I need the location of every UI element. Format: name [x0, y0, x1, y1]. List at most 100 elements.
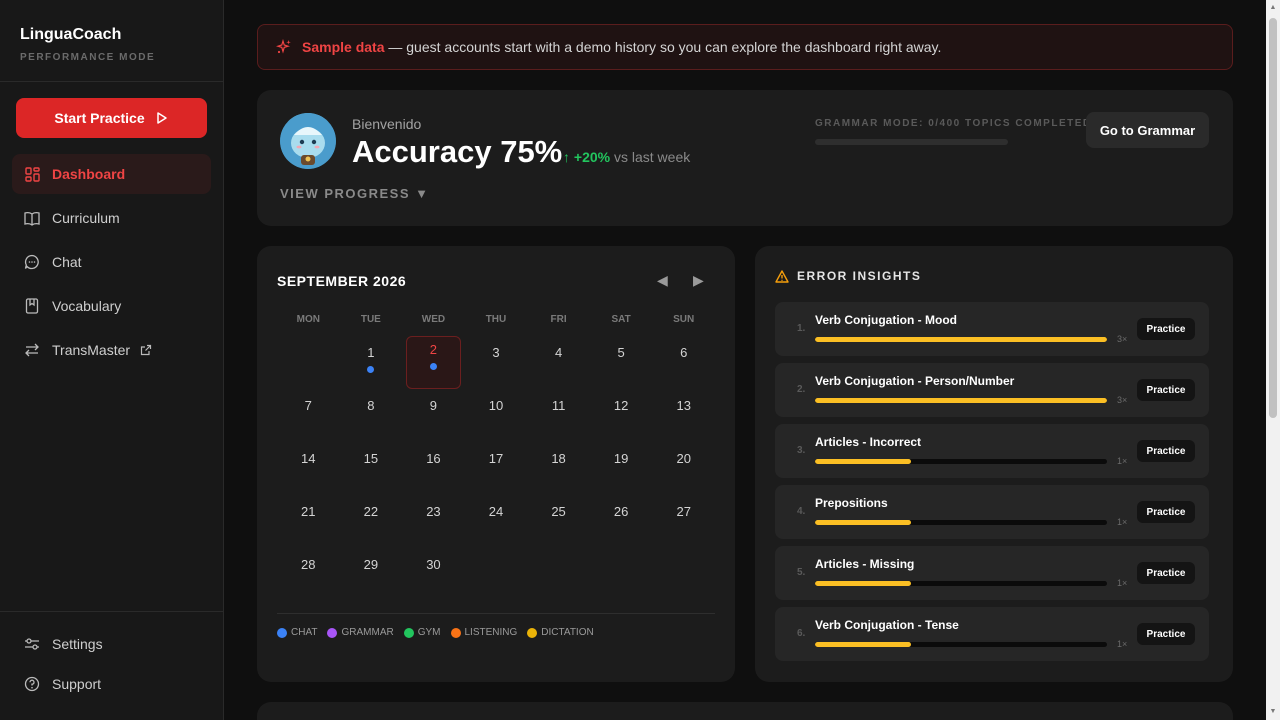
- practice-button[interactable]: Practice: [1137, 501, 1195, 523]
- calendar-blank: [277, 336, 340, 389]
- calendar-day[interactable]: 1: [340, 336, 403, 389]
- insight-name: Verb Conjugation - Mood: [815, 313, 957, 327]
- go-to-grammar-button[interactable]: Go to Grammar: [1086, 112, 1209, 148]
- calendar-day-number: 17: [488, 451, 504, 466]
- insight-count: 3×: [1117, 334, 1128, 344]
- calendar-day-number: 12: [613, 398, 629, 413]
- sidebar-item-support[interactable]: Support: [12, 666, 211, 702]
- legend-label: GRAMMAR: [341, 627, 394, 638]
- start-practice-button[interactable]: Start Practice: [16, 98, 207, 138]
- scroll-down-icon[interactable]: ▼: [1269, 708, 1277, 716]
- sample-data-banner: Sample data — guest accounts start with …: [257, 24, 1233, 70]
- calendar-day[interactable]: 10: [465, 389, 528, 442]
- sidebar-item-label: Chat: [52, 254, 82, 270]
- insight-count: 1×: [1117, 456, 1128, 466]
- insight-bar-fill: [815, 581, 912, 586]
- calendar-day[interactable]: 6: [652, 336, 715, 389]
- calendar-day-number: 13: [676, 398, 691, 413]
- calendar-day[interactable]: 20: [652, 442, 715, 495]
- accuracy-card: Bienvenido Accuracy 75% ↑ +20% vs last w…: [257, 90, 1233, 226]
- calendar-day[interactable]: 9: [402, 389, 465, 442]
- practice-button[interactable]: Practice: [1137, 318, 1195, 340]
- weekday-label: WED: [421, 314, 446, 325]
- error-insight-row: 5. Articles - Missing 1× Practice: [775, 546, 1209, 600]
- calendar-day[interactable]: 7: [277, 389, 340, 442]
- scroll-up-icon[interactable]: ▲: [1269, 4, 1277, 12]
- calendar-day[interactable]: 23: [402, 495, 465, 548]
- calendar-day[interactable]: 11: [527, 389, 590, 442]
- legend-item: GYM: [403, 627, 441, 638]
- sidebar-item-dashboard[interactable]: Dashboard: [12, 154, 211, 194]
- banner-highlight: Sample data: [302, 39, 385, 55]
- brand-name: LinguaCoach: [20, 26, 122, 43]
- calendar-day[interactable]: 17: [465, 442, 528, 495]
- weekday-label: THU: [485, 314, 507, 325]
- calendar-day[interactable]: 14: [277, 442, 340, 495]
- view-progress-toggle[interactable]: VIEW PROGRESS ▼: [280, 186, 430, 201]
- weekday-label: FRI: [550, 314, 567, 325]
- calendar-day-number: 14: [301, 451, 316, 466]
- next-month-icon[interactable]: ▶: [693, 272, 704, 289]
- sidebar-item-label: Settings: [52, 636, 103, 652]
- practice-button[interactable]: Practice: [1137, 623, 1195, 645]
- insight-rank: 2.: [797, 384, 806, 395]
- sparkle-icon: [276, 39, 292, 55]
- sidebar-item-label: Dashboard: [52, 166, 126, 182]
- practice-button[interactable]: Practice: [1137, 562, 1195, 584]
- legend-label: GYM: [417, 627, 441, 638]
- page-scrollbar[interactable]: ▲ ▼: [1266, 0, 1280, 720]
- calendar-day[interactable]: 3: [465, 336, 528, 389]
- brand-mode: PERFORMANCE MODE: [20, 52, 156, 63]
- calendar-day[interactable]: 15: [340, 442, 403, 495]
- calendar-day[interactable]: 26: [590, 495, 653, 548]
- calendar-day[interactable]: 21: [277, 495, 340, 548]
- error-insight-row: 1. Verb Conjugation - Mood 3× Practice: [775, 302, 1209, 356]
- practice-button[interactable]: Practice: [1137, 440, 1195, 462]
- calendar-day-today[interactable]: 2: [406, 336, 461, 389]
- weekday-label: SUN: [673, 314, 695, 325]
- error-insights-card: ERROR INSIGHTS 1. Verb Conjugation - Mood…: [755, 246, 1233, 682]
- calendar-day[interactable]: 18: [527, 442, 590, 495]
- sidebar-item-curriculum[interactable]: Curriculum: [12, 198, 211, 238]
- calendar-day[interactable]: 25: [527, 495, 590, 548]
- calendar-day[interactable]: 12: [590, 389, 653, 442]
- error-insight-row: 6. Verb Conjugation - Tense 1× Practice: [775, 607, 1209, 661]
- calendar-day[interactable]: 16: [402, 442, 465, 495]
- calendar-day[interactable]: 8: [340, 389, 403, 442]
- calendar-day-number: 25: [551, 504, 566, 519]
- calendar-day-number: 24: [488, 504, 504, 519]
- help-circle-icon: [24, 676, 40, 692]
- calendar-day[interactable]: 13: [652, 389, 715, 442]
- main-content: Sample data — guest accounts start with …: [224, 0, 1264, 720]
- prev-month-icon[interactable]: ◀: [657, 272, 668, 289]
- weekday-label: MON: [296, 314, 320, 325]
- calendar-day[interactable]: 19: [590, 442, 653, 495]
- warning-icon: [775, 269, 789, 283]
- sidebar-item-transmaster[interactable]: TransMaster: [12, 330, 211, 370]
- weekday-label: SAT: [611, 314, 631, 325]
- calendar-day[interactable]: 24: [465, 495, 528, 548]
- calendar-day[interactable]: 28: [277, 548, 340, 601]
- sidebar-item-settings[interactable]: Settings: [12, 626, 211, 662]
- legend-item: LISTENING: [450, 627, 518, 638]
- calendar-day[interactable]: 29: [340, 548, 403, 601]
- calendar-day[interactable]: 4: [527, 336, 590, 389]
- calendar-day-number: 19: [613, 451, 629, 466]
- insight-bar: [815, 581, 1107, 586]
- sidebar-item-vocabulary[interactable]: Vocabulary: [12, 286, 211, 326]
- calendar-day[interactable]: 5: [590, 336, 653, 389]
- insight-rank: 6.: [797, 628, 806, 639]
- legend-dot: [403, 627, 414, 638]
- calendar-day[interactable]: 27: [652, 495, 715, 548]
- scroll-thumb[interactable]: [1269, 18, 1277, 418]
- calendar-day-number: 8: [367, 398, 375, 413]
- insight-count: 3×: [1117, 395, 1128, 405]
- insight-count: 1×: [1117, 639, 1128, 649]
- legend-label: LISTENING: [464, 627, 518, 638]
- calendar-day[interactable]: 30: [402, 548, 465, 601]
- practice-button[interactable]: Practice: [1137, 379, 1195, 401]
- sidebar-item-chat[interactable]: Chat: [12, 242, 211, 282]
- calendar-day[interactable]: 22: [340, 495, 403, 548]
- sliders-icon: [24, 636, 40, 652]
- play-icon: [156, 112, 167, 124]
